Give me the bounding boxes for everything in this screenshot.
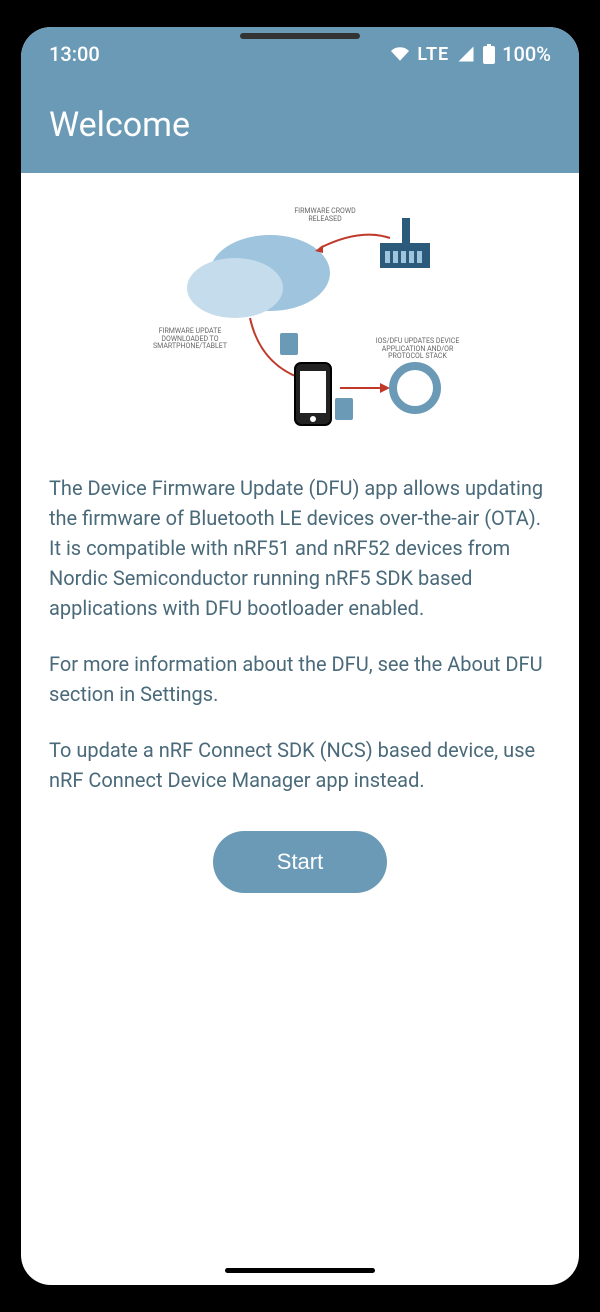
- diagram-label-left: FIRMWARE UPDATE DOWNLOADED TO SMARTPHONE…: [145, 328, 235, 351]
- signal-icon: [456, 45, 476, 63]
- dfu-diagram: FIRMWARE CROWD RELEASED FIRMWARE UPDATE …: [140, 203, 460, 433]
- intro-paragraph-1: The Device Firmware Update (DFU) app all…: [49, 473, 551, 623]
- nav-indicator[interactable]: [225, 1268, 375, 1273]
- status-time: 13:00: [49, 42, 100, 66]
- diagram-label-top: FIRMWARE CROWD RELEASED: [280, 208, 370, 223]
- start-button[interactable]: Start: [213, 831, 387, 893]
- intro-paragraph-2: For more information about the DFU, see …: [49, 649, 551, 709]
- screen: 13:00 LTE 100% Welcome: [21, 27, 579, 1285]
- app-bar: Welcome: [21, 81, 579, 173]
- battery-icon: [483, 44, 495, 64]
- page-title: Welcome: [49, 105, 551, 145]
- battery-label: 100%: [502, 42, 551, 66]
- phone-notch: [240, 33, 360, 39]
- navigation-bar: [21, 1255, 579, 1285]
- status-right: LTE 100%: [390, 42, 551, 66]
- wifi-icon: [390, 45, 410, 63]
- network-label: LTE: [417, 44, 449, 65]
- phone-frame: 13:00 LTE 100% Welcome: [11, 17, 589, 1295]
- diagram-label-right: IOS/DFU UPDATES DEVICE APPLICATION AND/O…: [375, 338, 460, 361]
- intro-paragraph-3: To update a nRF Connect SDK (NCS) based …: [49, 735, 551, 795]
- diagram-svg: [140, 203, 460, 433]
- content: FIRMWARE CROWD RELEASED FIRMWARE UPDATE …: [21, 173, 579, 1255]
